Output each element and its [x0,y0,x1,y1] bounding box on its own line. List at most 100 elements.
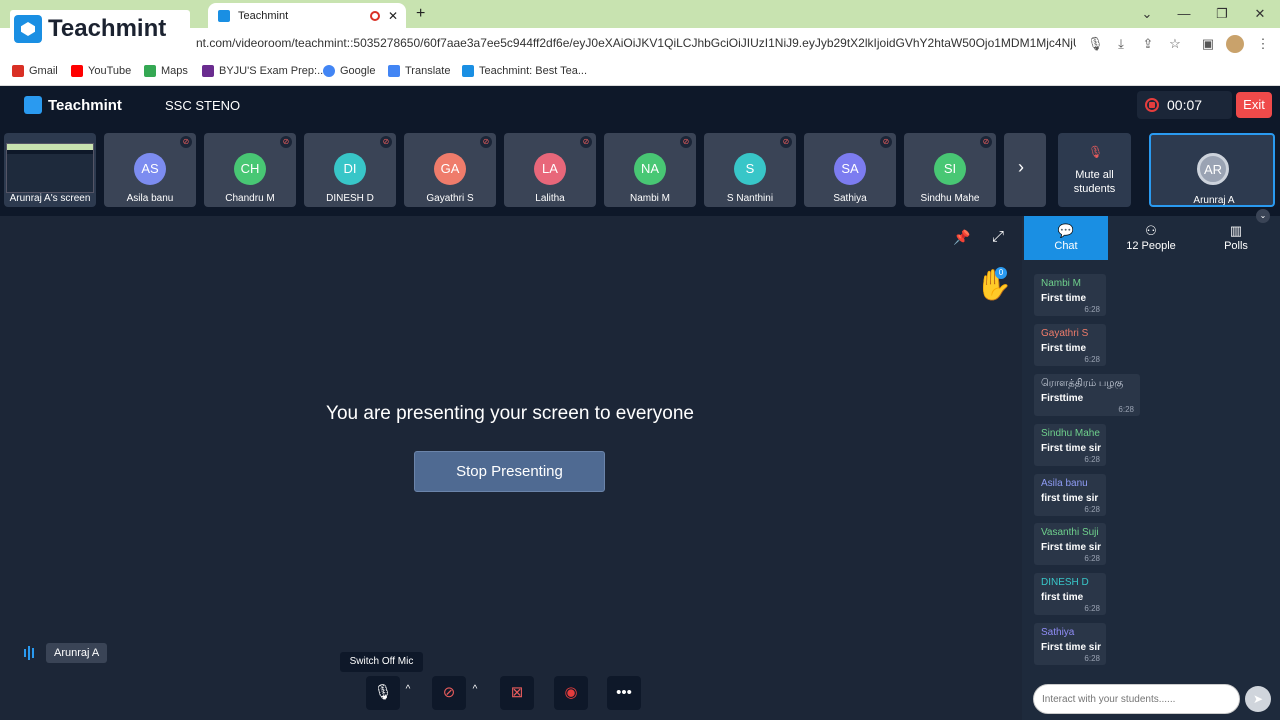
bookmark-google[interactable]: Google [323,65,375,77]
participant-tile[interactable]: NA ⊘ Nambi M [604,133,696,207]
mute-all-line1: Mute all [1075,169,1114,181]
chat-message: Nambi M First time 6:28 [1034,274,1106,316]
self-video-tile[interactable]: AR Arunraj A [1149,133,1275,207]
stop-presenting-button[interactable]: Stop Presenting [414,451,605,492]
tab-chat[interactable]: 💬 Chat [1024,216,1108,260]
teachmint-logo-icon [24,96,42,114]
stop-share-button[interactable]: ⊠ [500,676,534,710]
next-participants-button[interactable]: › [1004,133,1046,207]
audio-level-icon [24,645,38,661]
message-sender: Nambi M [1041,278,1082,289]
tab-search-icon[interactable]: ⌄ [1137,4,1157,24]
translate-icon [388,65,400,77]
tab-people[interactable]: ⚇ 12 People [1109,216,1193,260]
camera-toggle-button[interactable]: ⊘ [432,676,466,710]
pin-icon[interactable]: 📌 [953,229,971,247]
mic-toggle-button[interactable]: 🎙 [366,676,400,710]
bookmark-teachmint[interactable]: Teachmint: Best Tea... [462,65,587,77]
avatar: DI [334,153,366,185]
message-sender: Sathiya [1041,627,1075,638]
message-text: first time [1041,592,1084,603]
mute-all-line2: students [1073,183,1116,195]
presenting-message: You are presenting your screen to everyo… [326,403,694,424]
bookmark-maps[interactable]: Maps [144,65,188,77]
participant-tile[interactable]: AS ⊘ Asila banu [104,133,196,207]
menu-kebab-icon[interactable]: ⋮ [1255,36,1271,52]
gmail-icon [12,65,24,77]
tab-polls[interactable]: ▥ Polls [1194,216,1278,260]
participant-name: Chandru M [225,193,275,204]
exit-button[interactable]: Exit [1236,92,1272,118]
avatar: NA [634,153,666,185]
chat-input[interactable] [1033,684,1240,714]
mic-muted-icon: ⊘ [280,136,292,148]
tab-chat-label: Chat [1054,240,1078,252]
new-tab-button[interactable]: + [416,5,425,23]
avatar: GA [434,153,466,185]
raised-hands-count: 0 [995,267,1007,279]
bookmark-byjus[interactable]: BYJU'S Exam Prep:... [202,65,326,77]
thumb-header [7,150,93,154]
participant-tile[interactable]: SI ⊘ Sindhu Mahe [904,133,996,207]
message-sender: Sindhu Mahe [1041,428,1100,439]
avatar: AS [134,153,166,185]
mute-all-button[interactable]: 🎙 Mute all students [1058,133,1131,207]
self-name: Arunraj A [1193,195,1235,206]
participant-name: Sathiya [833,193,867,204]
timer-value: 00:07 [1167,97,1203,113]
bookmark-youtube[interactable]: YouTube [71,65,131,77]
chat-message: ரொளத்திரம் பழகு Firsttime 6:28 [1034,374,1140,416]
sidepanel-icon[interactable]: ▣ [1200,36,1216,52]
camera-options-chevron-icon[interactable]: ^ [468,684,482,700]
mic-muted-icon: ⊘ [480,136,492,148]
send-message-button[interactable]: ➤ [1245,686,1271,712]
mute-all-label: Mute all students [1058,168,1131,196]
message-time: 6:28 [1084,305,1100,314]
install-icon[interactable]: ⤓ [1113,36,1129,52]
youtube-icon [71,65,83,77]
fullscreen-expand-icon[interactable]: ⤢ [988,228,1008,248]
byjus-icon [202,65,214,77]
mic-icon[interactable]: 🎙 [1087,36,1104,52]
message-sender: Vasanthi Suji [1041,527,1099,538]
active-speaker: Arunraj A [24,643,108,663]
browser-tab-bar: Teachmint ✕ + ⌄ — ❐ ✕ [0,0,1280,28]
minimize-icon[interactable]: — [1174,4,1194,24]
restore-icon[interactable]: ❐ [1212,4,1232,24]
recording-timer: 00:07 [1137,91,1232,119]
mic-muted-icon: ⊘ [180,136,192,148]
more-options-button[interactable]: ••• [607,676,641,710]
speaker-name: Arunraj A [46,643,108,663]
participant-tile[interactable]: CH ⊘ Chandru M [204,133,296,207]
message-sender: Asila banu [1041,478,1088,489]
bookmark-gmail[interactable]: Gmail [12,65,58,77]
close-window-icon[interactable]: ✕ [1250,4,1270,24]
tab-close-icon[interactable]: ✕ [388,9,398,23]
google-icon [323,65,335,77]
participant-name: Sindhu Mahe [920,193,980,204]
maps-icon [144,65,156,77]
screen-share-tile[interactable]: Arunraj A's screen [4,133,96,207]
record-button[interactable]: ◉ [554,676,588,710]
message-text: First time sir [1041,642,1102,653]
record-icon [1145,98,1159,112]
profile-avatar[interactable] [1226,35,1244,53]
tab-people-label: 12 People [1126,240,1176,252]
message-time: 6:28 [1084,554,1100,563]
avatar: S [734,153,766,185]
participant-tile[interactable]: SA ⊘ Sathiya [804,133,896,207]
participant-tile[interactable]: GA ⊘ Gayathri S [404,133,496,207]
mic-options-chevron-icon[interactable]: ^ [401,684,415,700]
message-text: first time sir [1041,493,1099,504]
participant-tile[interactable]: DI ⊘ DINESH D [304,133,396,207]
url-field[interactable]: nt.com/videoroom/teachmint::5035278650/6… [196,36,1076,50]
participant-tile[interactable]: S ⊘ S Nanthini [704,133,796,207]
message-time: 6:28 [1084,604,1100,613]
participant-tile[interactable]: LA ⊘ Lalitha [504,133,596,207]
share-icon[interactable]: ⇪ [1140,36,1156,52]
bookmark-translate[interactable]: Translate [388,65,450,77]
browser-tab[interactable]: Teachmint ✕ [208,3,406,28]
chat-icon: 💬 [1057,223,1075,238]
bookmark-star-icon[interactable]: ☆ [1167,36,1183,52]
app-logo: Teachmint [24,96,122,114]
